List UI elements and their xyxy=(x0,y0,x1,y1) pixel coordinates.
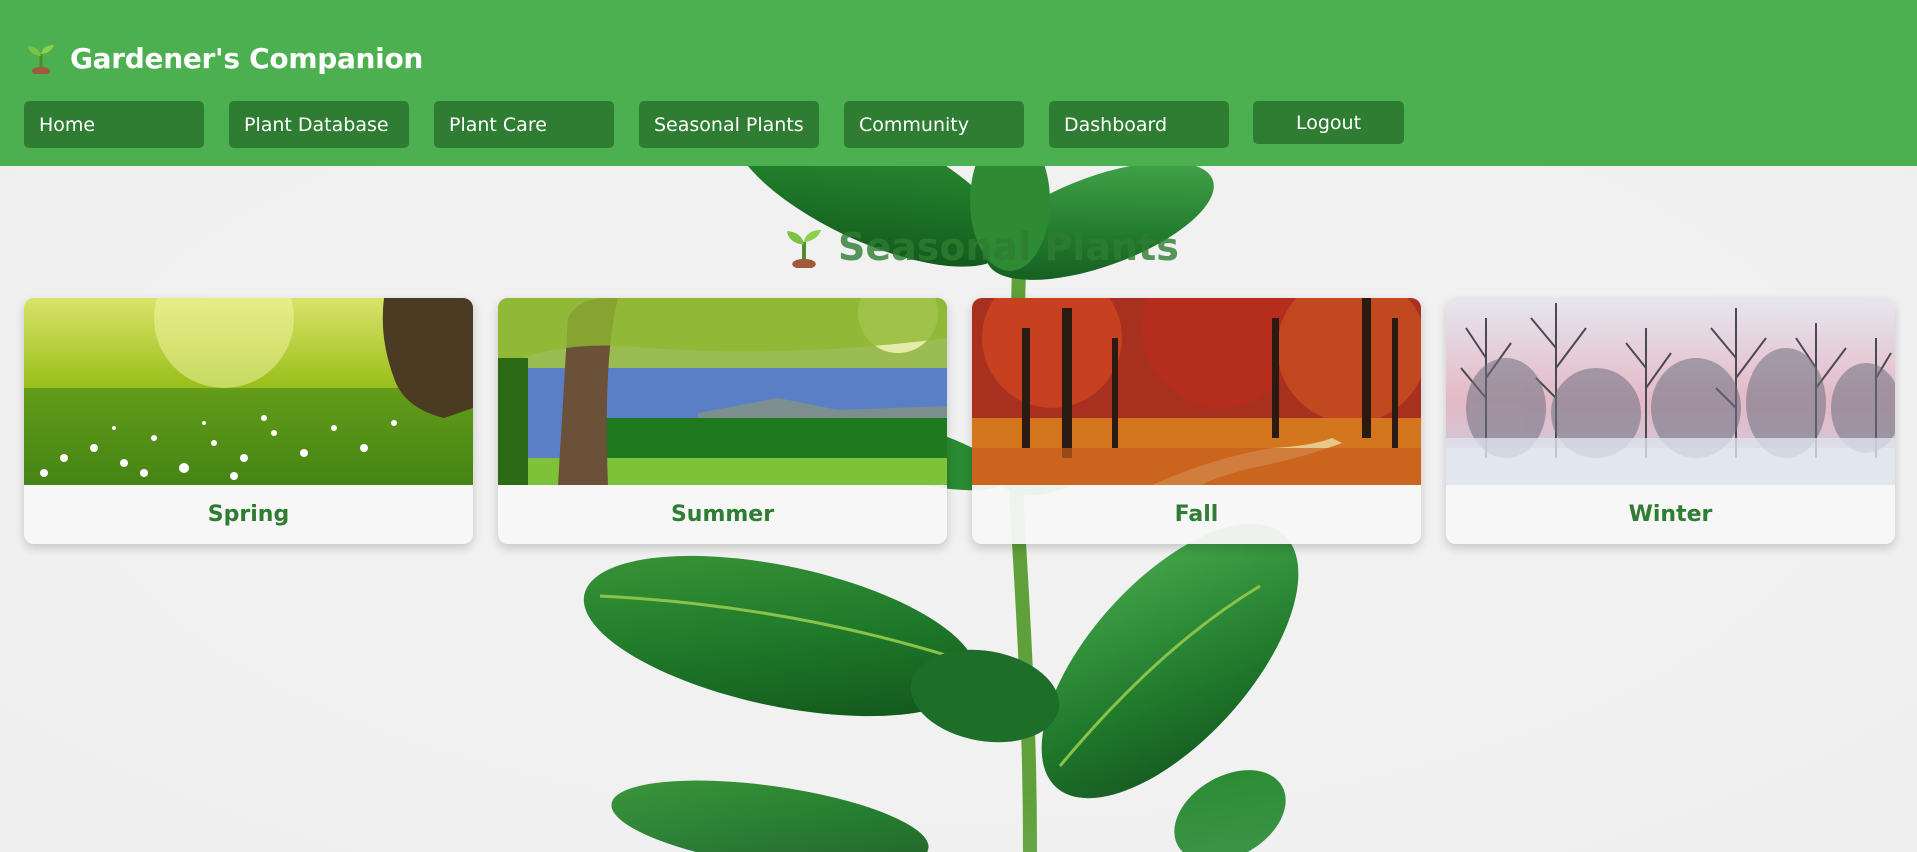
app-title[interactable]: Gardener's Companion xyxy=(70,42,423,75)
page-title-text: Seasonal Plants xyxy=(838,225,1179,269)
season-label: Spring xyxy=(207,502,290,527)
summer-tree-image xyxy=(498,298,947,485)
season-card-summer[interactable]: Summer xyxy=(498,298,947,544)
nav-home[interactable]: Home xyxy=(24,101,204,148)
winter-trees-image xyxy=(1446,298,1895,485)
top-header: Gardener's Companion Home Plant Database… xyxy=(0,0,1917,166)
nav-community[interactable]: Community xyxy=(844,101,1024,148)
season-label: Summer xyxy=(670,502,775,527)
season-label: Fall xyxy=(1174,502,1219,527)
nav-plant-care[interactable]: Plant Care xyxy=(434,101,614,148)
nav-seasonal-plants[interactable]: Seasonal Plants xyxy=(639,101,819,148)
logout-button[interactable]: Logout xyxy=(1253,101,1404,144)
nav-dashboard[interactable]: Dashboard xyxy=(1049,101,1229,148)
nav-plant-database[interactable]: Plant Database xyxy=(229,101,409,148)
fall-forest-image xyxy=(972,298,1421,485)
season-card-winter[interactable]: Winter xyxy=(1446,298,1895,544)
sprout-icon xyxy=(784,226,824,270)
season-card-fall[interactable]: Fall xyxy=(972,298,1421,544)
season-card-spring[interactable]: Spring xyxy=(24,298,473,544)
sprout-icon xyxy=(26,42,56,75)
brand: Gardener's Companion xyxy=(26,38,423,78)
spring-meadow-image xyxy=(24,298,473,485)
page-title: Seasonal Plants xyxy=(784,224,1179,270)
season-label: Winter xyxy=(1628,502,1713,527)
